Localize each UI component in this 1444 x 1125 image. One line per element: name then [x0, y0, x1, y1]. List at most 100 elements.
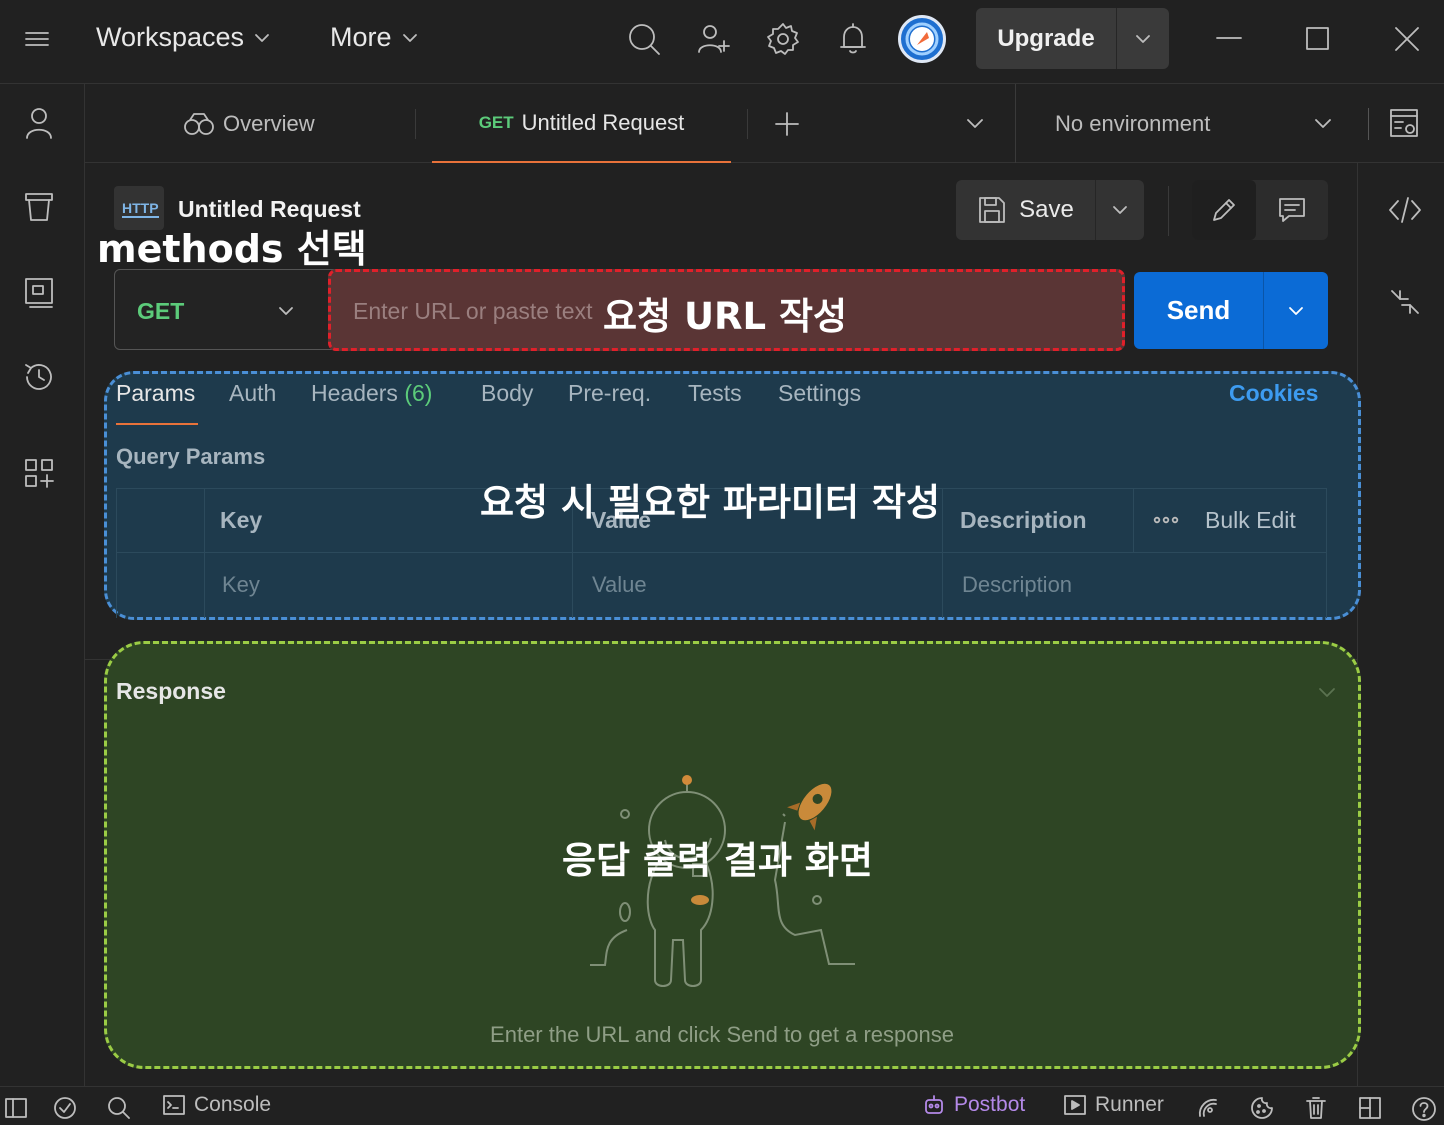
environments-icon[interactable] — [22, 276, 56, 310]
query-params-heading: Query Params — [116, 444, 266, 469]
title-bar: Workspaces More Upgrade — [0, 0, 1444, 84]
send-button[interactable]: Send — [1134, 272, 1264, 349]
add-workspace-app-icon[interactable] — [22, 456, 56, 490]
environment-selector[interactable]: No environment — [1055, 84, 1335, 163]
environment-quick-look-icon[interactable] — [1387, 106, 1421, 140]
postbot-label: Postbot — [954, 1093, 1026, 1116]
close-icon[interactable] — [1392, 24, 1422, 54]
send-button-group: Send — [1134, 272, 1328, 349]
http-badge-label: HTTP — [122, 200, 159, 218]
runner-icon — [1063, 1094, 1087, 1116]
environment-label: No environment — [1055, 110, 1211, 136]
more-menu[interactable]: More — [330, 22, 420, 53]
online-status-icon[interactable] — [53, 1096, 77, 1120]
save-options-chevron-icon[interactable] — [1096, 180, 1144, 240]
url-input[interactable]: Enter URL or paste text 요청 URL 작성 — [328, 269, 1125, 351]
new-tab-plus-icon[interactable] — [773, 110, 801, 138]
key-input[interactable]: Key — [222, 552, 562, 618]
headers-count: (6) — [404, 380, 433, 406]
method-value: GET — [137, 298, 185, 324]
tab-untitled-request[interactable]: GET Untitled Request — [432, 84, 731, 163]
edit-comment-group — [1192, 180, 1328, 240]
collections-icon[interactable] — [22, 190, 56, 224]
tab-overview-label: Overview — [223, 110, 315, 136]
postbot-icon — [922, 1093, 946, 1117]
url-placeholder: Enter URL or paste text — [353, 298, 593, 324]
tab-tests[interactable]: Tests — [688, 380, 742, 407]
user-icon[interactable] — [22, 106, 56, 140]
save-button[interactable]: Save — [956, 180, 1096, 240]
tab-body[interactable]: Body — [481, 380, 533, 407]
tab-headers-label: Headers — [311, 380, 398, 406]
chevron-down-icon — [400, 28, 420, 48]
tab-params-label: Params — [116, 380, 196, 406]
tab-method-badge: GET — [478, 112, 514, 132]
annotation-url: 요청 URL 작성 — [603, 295, 848, 338]
search-icon[interactable] — [626, 21, 662, 57]
runner-label: Runner — [1095, 1093, 1164, 1116]
comments-icon[interactable] — [1256, 180, 1328, 240]
avatar[interactable] — [898, 15, 946, 63]
params-tab-underline — [116, 423, 198, 425]
more-options-icon[interactable] — [1152, 508, 1180, 532]
tab-request-label: Untitled Request — [521, 109, 685, 135]
toggle-sidebar-icon[interactable] — [4, 1097, 28, 1119]
cookies-icon[interactable] — [1250, 1096, 1274, 1120]
value-input[interactable]: Value — [592, 552, 932, 618]
overview-icon — [183, 111, 215, 137]
menu-icon[interactable] — [24, 26, 50, 52]
console-button[interactable]: Console — [162, 1093, 271, 1117]
cookies-link[interactable]: Cookies — [1229, 380, 1318, 407]
two-pane-view-icon[interactable] — [1358, 1096, 1382, 1120]
collapse-arrows-icon[interactable] — [1390, 287, 1420, 317]
more-label: More — [330, 22, 392, 52]
tab-auth[interactable]: Auth — [229, 380, 276, 407]
send-options-chevron-icon[interactable] — [1264, 272, 1328, 349]
tab-settings[interactable]: Settings — [778, 380, 861, 407]
notifications-icon[interactable] — [835, 21, 871, 57]
left-sidebar — [0, 84, 85, 1086]
chevron-down-icon — [1311, 112, 1335, 136]
chevron-down-icon[interactable] — [1117, 8, 1169, 69]
edit-pencil-icon[interactable] — [1192, 180, 1256, 240]
console-label: Console — [194, 1093, 272, 1116]
status-bar: Console Postbot Runner — [0, 1086, 1444, 1125]
history-icon[interactable] — [22, 360, 56, 394]
tab-params[interactable]: Params — [116, 380, 195, 407]
column-key: Key — [220, 506, 263, 533]
invite-user-icon[interactable] — [696, 21, 732, 57]
workspaces-menu[interactable]: Workspaces — [96, 22, 272, 53]
postbot-button[interactable]: Postbot — [922, 1093, 1025, 1117]
annotation-params: 요청 시 필요한 파라미터 작성 — [480, 481, 941, 524]
save-button-group: Save — [956, 180, 1144, 240]
maximize-icon[interactable] — [1304, 25, 1332, 53]
workspaces-label: Workspaces — [96, 22, 245, 52]
right-sidebar — [1357, 163, 1444, 1086]
chevron-down-icon — [252, 28, 272, 48]
console-icon — [162, 1094, 186, 1116]
tab-pre-request[interactable]: Pre-req. — [568, 380, 651, 407]
chevron-down-icon — [275, 300, 297, 322]
annotation-methods: methods 선택 — [97, 227, 367, 271]
save-label: Save — [1019, 196, 1074, 223]
upgrade-label: Upgrade — [976, 8, 1117, 69]
tabs-chevron-down-icon[interactable] — [963, 112, 987, 136]
capture-requests-icon[interactable] — [1196, 1096, 1220, 1120]
response-chevron-down-icon[interactable] — [1316, 681, 1338, 703]
save-icon — [977, 195, 1007, 225]
code-icon[interactable] — [1388, 195, 1422, 225]
runner-button[interactable]: Runner — [1063, 1093, 1164, 1117]
bulk-edit-button[interactable]: Bulk Edit — [1205, 488, 1296, 552]
tab-overview[interactable]: Overview — [183, 84, 315, 163]
column-description: Description — [960, 506, 1087, 533]
description-input[interactable]: Description — [962, 552, 1312, 618]
upgrade-button[interactable]: Upgrade — [976, 8, 1169, 69]
minimize-icon[interactable] — [1214, 24, 1244, 54]
trash-icon[interactable] — [1304, 1096, 1328, 1120]
method-select[interactable]: GET — [114, 269, 346, 350]
settings-icon[interactable] — [765, 21, 801, 57]
annotation-response: 응답 출력 결과 화면 — [562, 839, 873, 882]
help-icon[interactable] — [1411, 1096, 1437, 1122]
find-icon[interactable] — [107, 1096, 131, 1120]
tab-headers[interactable]: Headers (6) — [311, 380, 432, 407]
